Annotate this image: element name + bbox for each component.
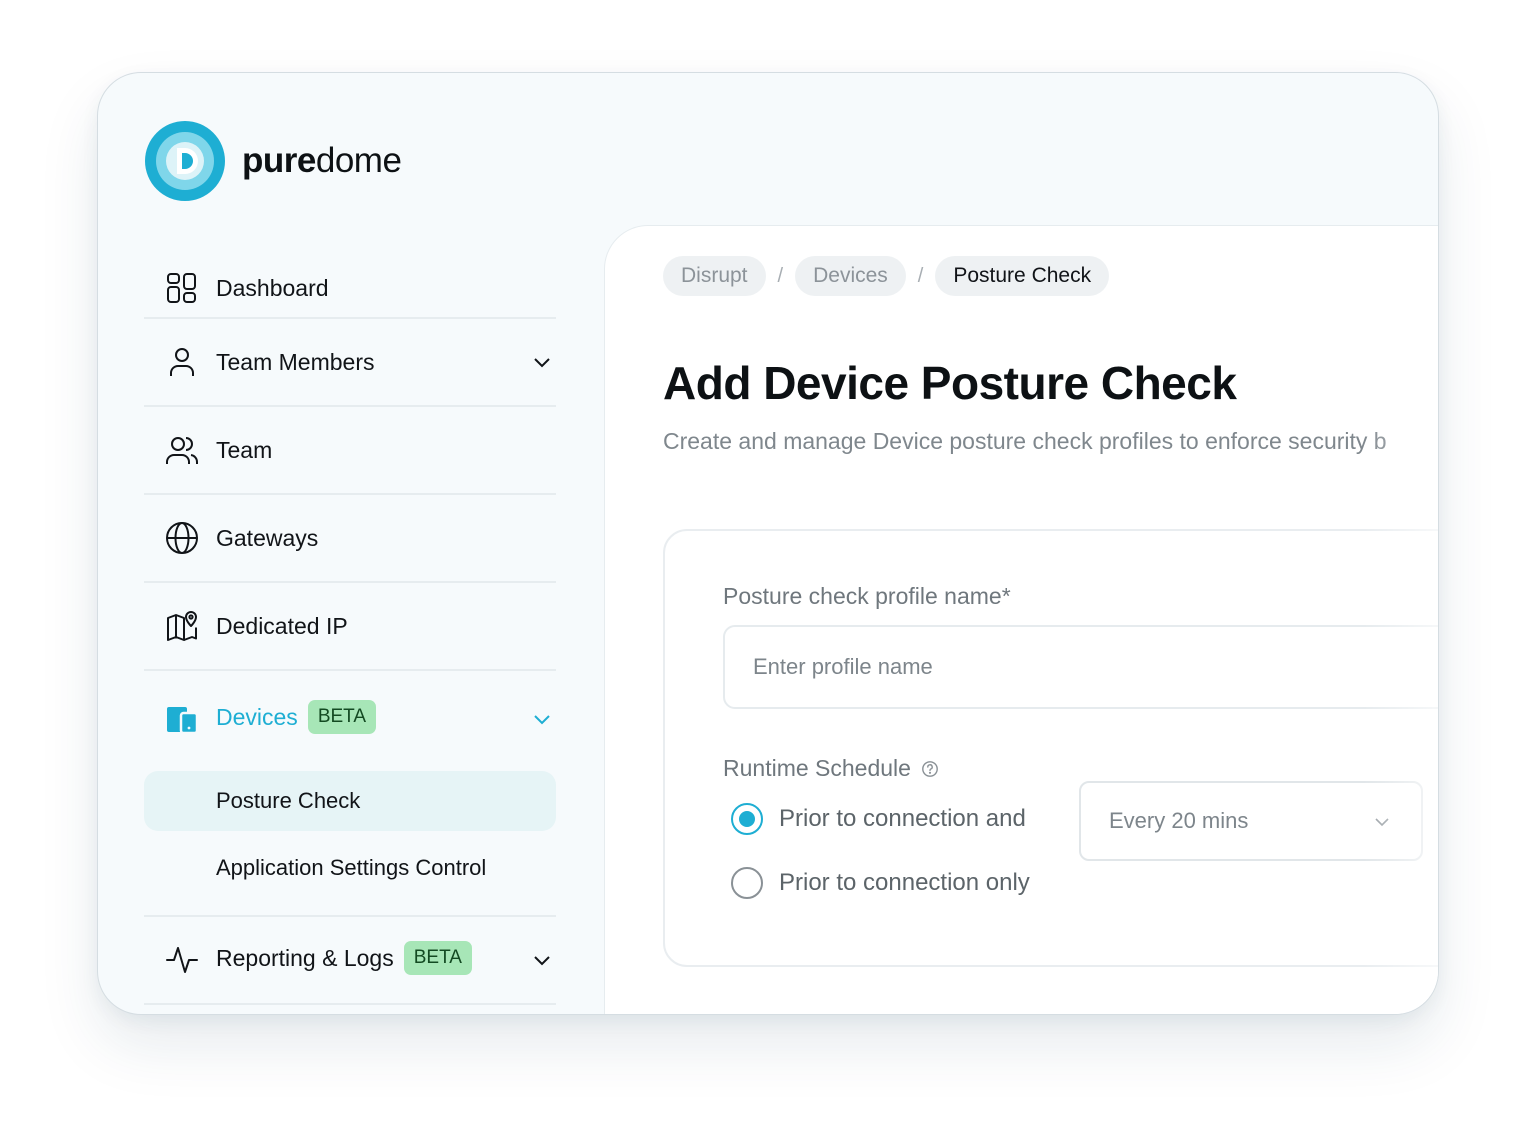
breadcrumb-separator: / xyxy=(777,264,784,287)
activity-icon xyxy=(164,942,200,978)
profile-name-label: Posture check profile name* xyxy=(723,583,1011,609)
radio-label: Prior to connection and xyxy=(779,805,1026,832)
sidebar-item-label: Team Members xyxy=(216,348,375,375)
profile-name-input[interactable] xyxy=(723,625,1438,709)
sidebar-item-team-members[interactable]: Team Members xyxy=(144,319,556,407)
sidebar-subitem-posture-check[interactable]: Posture Check xyxy=(144,771,556,831)
radio-unchecked[interactable] xyxy=(731,867,763,899)
radio-label: Prior to connection only xyxy=(779,869,1030,896)
sidebar-item-label: Devices BETA xyxy=(216,700,377,736)
brand[interactable]: puredome xyxy=(144,120,402,202)
beta-badge: BETA xyxy=(403,941,472,975)
chevron-down-icon[interactable] xyxy=(530,707,554,731)
runtime-schedule-label-text: Runtime Schedule xyxy=(723,755,911,781)
breadcrumb-separator: / xyxy=(917,264,924,287)
sidebar-item-dedicated-ip[interactable]: Dedicated IP xyxy=(144,583,556,671)
posture-check-form: Posture check profile name* Runtime Sche… xyxy=(663,529,1438,967)
breadcrumb: Disrupt / Devices / Posture Check xyxy=(663,256,1110,296)
chevron-down-icon xyxy=(1375,818,1389,827)
brand-name: puredome xyxy=(242,141,402,181)
sidebar-subitem-application-settings-control[interactable]: Application Settings Control xyxy=(144,835,556,901)
main-panel: Disrupt / Devices / Posture Check Add De… xyxy=(604,225,1438,1014)
interval-select[interactable]: Every 20 mins xyxy=(1079,781,1423,861)
sidebar-item-team[interactable]: Team xyxy=(144,407,556,495)
page-subtitle: Create and manage Device posture check p… xyxy=(663,428,1387,454)
sidebar-item-devices[interactable]: Devices BETA xyxy=(144,671,556,767)
sidebar-item-label: Reporting & Logs BETA xyxy=(216,941,472,977)
puredome-logo-icon xyxy=(145,121,225,201)
chevron-down-icon[interactable] xyxy=(530,350,554,374)
brand-name-light: dome xyxy=(315,141,402,180)
chevron-down-icon[interactable] xyxy=(530,948,554,972)
radio-checked[interactable] xyxy=(731,803,763,835)
help-icon[interactable] xyxy=(921,760,939,778)
app-window: puredome Dashboard Team Members Team Gat… xyxy=(97,72,1439,1015)
breadcrumb-item-posture-check: Posture Check xyxy=(935,256,1110,296)
sidebar-item-label: Dashboard xyxy=(216,274,329,301)
devices-icon xyxy=(164,701,200,737)
user-icon xyxy=(164,344,200,380)
sidebar-item-label: Gateways xyxy=(216,524,319,551)
schedule-option-prior-and[interactable]: Prior to connection and xyxy=(731,803,1026,835)
schedule-option-prior-only[interactable]: Prior to connection only xyxy=(731,867,1030,899)
page-title: Add Device Posture Check xyxy=(663,357,1237,409)
sidebar-item-label: Dedicated IP xyxy=(216,612,348,639)
sidebar-item-gateways[interactable]: Gateways xyxy=(144,495,556,583)
brand-name-bold: pure xyxy=(242,141,316,180)
sidebar-item-label: Team xyxy=(216,436,273,463)
sidebar-item-reporting-text: Reporting & Logs xyxy=(216,945,394,972)
sidebar-item-reporting-logs[interactable]: Reporting & Logs BETA xyxy=(144,917,556,1005)
sidebar-item-devices-text: Devices xyxy=(216,704,298,731)
breadcrumb-item-disrupt[interactable]: Disrupt xyxy=(663,256,766,296)
devices-group: Devices BETA Posture Check Application Se… xyxy=(144,671,556,917)
breadcrumb-item-devices[interactable]: Devices xyxy=(795,256,906,296)
map-pin-icon xyxy=(164,608,200,644)
globe-icon xyxy=(164,520,200,556)
beta-badge: BETA xyxy=(307,700,377,734)
users-icon xyxy=(164,432,200,468)
runtime-schedule-label: Runtime Schedule xyxy=(723,755,939,782)
sidebar: Dashboard Team Members Team Gateways Ded… xyxy=(144,273,556,1005)
interval-select-value: Every 20 mins xyxy=(1109,808,1249,833)
sidebar-item-dashboard[interactable]: Dashboard xyxy=(144,259,556,319)
dashboard-icon xyxy=(164,270,200,306)
